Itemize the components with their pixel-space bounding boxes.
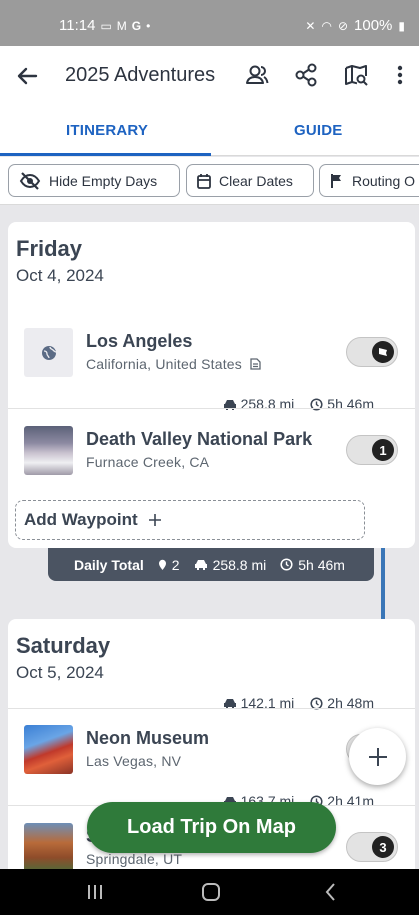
add-waypoint-label: Add Waypoint [24,510,138,529]
daily-total-bar: Daily Total 2 258.8 mi 5h 46m [48,548,374,581]
stop-location: Las Vegas, NV [86,753,182,769]
gmail-icon: M [116,18,127,33]
stop-toggle[interactable]: 3 [346,832,398,862]
routing-options-chip[interactable]: Routing O [319,164,419,197]
mute-icon: ✕ [305,18,316,33]
hide-empty-days-chip[interactable]: Hide Empty Days [8,164,180,197]
stop-location: Springdale, UT [86,851,183,867]
segment-duration: 2h 41m [327,793,374,809]
segment-duration: 5h 46m [327,396,374,412]
sms-icon: ▭ [100,18,112,33]
stop-number: 1 [372,439,394,461]
plus-icon [148,514,161,526]
destination-photo [24,426,73,475]
chip-label: Hide Empty Days [49,172,158,189]
daily-total-stops: 2 [171,556,180,573]
daily-total-distance: 258.8 mi [212,556,267,573]
car-icon [223,698,236,709]
add-stop-fab[interactable] [349,728,406,785]
google-icon: G [131,18,142,33]
destination-photo [24,725,73,774]
chip-label: Clear Dates [219,172,293,189]
destination-photo [24,823,73,869]
day-date: Oct 4, 2024 [16,266,104,285]
note-icon [250,358,261,370]
clear-dates-chip[interactable]: Clear Dates [186,164,314,197]
clock: 11:14 [59,17,96,34]
divider [8,408,415,409]
stop-location: California, United States [86,356,261,372]
day-card: Friday Oct 4, 2024 Los Angeles Californi… [8,222,415,548]
clock-icon [280,558,293,571]
stop-name: Los Angeles [86,331,193,351]
battery-level: 100% [354,17,393,34]
wifi-icon: ◠ [321,18,332,33]
share-icon[interactable] [292,61,320,89]
segment-distance: 258.8 mi [240,396,295,412]
more-options-icon[interactable] [386,61,414,89]
plus-icon [368,747,387,766]
add-waypoint-button[interactable]: Add Waypoint [15,500,365,540]
stop-name: Death Valley National Park [86,429,313,449]
stop-location: Furnace Creek, CA [86,454,210,470]
tab-guide[interactable]: GUIDE [294,122,343,139]
dot-icon: • [146,18,151,33]
page-title: 2025 Adventures [65,64,216,86]
load-trip-on-map-button[interactable]: Load Trip On Map [87,802,336,853]
flag-icon [331,173,341,188]
chip-label: Routing O [352,172,416,189]
back-nav-icon[interactable] [320,882,342,902]
day-date: Oct 5, 2024 [16,663,104,682]
pin-icon [158,559,166,570]
recent-apps-icon[interactable] [84,882,106,902]
tab-bar: ITINERARY GUIDE [0,108,419,156]
day-name: Saturday [16,633,111,658]
stop-number: 3 [372,836,394,858]
group-icon[interactable] [243,61,271,89]
system-nav-bar [0,869,419,915]
dnd-icon: ⊘ [337,18,349,33]
battery-icon: ▮ [398,18,405,33]
divider [8,708,415,709]
flag-marker-icon [372,341,394,363]
segment-info: 258.8 mi 5h 46m [223,396,374,412]
active-tab-indicator [0,153,211,156]
globe-icon [24,328,73,377]
filter-chips: Hide Empty Days Clear Dates Routing O [0,157,419,205]
stop-toggle[interactable]: 1 [346,435,398,465]
status-bar: 11:14 ▭ M G • ✕ ◠ ⊘ 100% ▮ [0,0,419,46]
home-icon[interactable] [200,882,222,902]
eye-off-icon [19,171,41,190]
map-search-icon[interactable] [342,61,370,89]
day-name: Friday [16,236,83,261]
daily-total-duration: 5h 46m [298,556,345,573]
app-bar: 2025 Adventures [0,46,419,108]
stop-name: Neon Museum [86,728,210,748]
calendar-icon [197,173,211,189]
car-icon [194,560,207,570]
stop-toggle[interactable] [346,337,398,367]
back-arrow-icon[interactable] [14,62,42,90]
tab-itinerary[interactable]: ITINERARY [66,122,148,139]
daily-total-label: Daily Total [74,556,144,573]
